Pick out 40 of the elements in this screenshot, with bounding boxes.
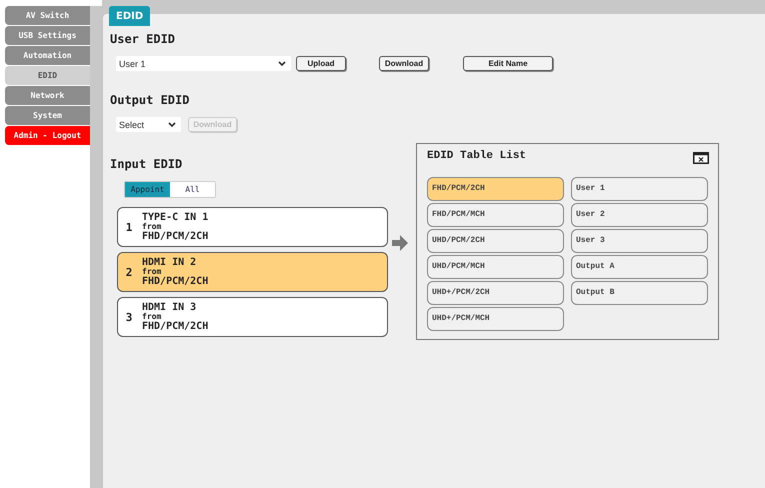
sidebar-item[interactable]: EDID xyxy=(5,66,90,85)
section-heading: User EDID xyxy=(110,32,176,46)
from-label: from xyxy=(142,313,162,321)
from-label: from xyxy=(142,223,162,231)
output-edid-select[interactable]: Select xyxy=(116,117,181,132)
input-name: HDMI IN 3 xyxy=(142,302,198,313)
user-edid-select[interactable]: User 1 xyxy=(116,56,291,71)
panel-title: EDID Table List xyxy=(427,150,526,162)
edid-entry[interactable]: User 1 xyxy=(571,177,708,201)
from-label: from xyxy=(142,268,162,276)
edid-entry[interactable]: User 2 xyxy=(571,203,708,227)
edid-entry[interactable]: UHD/PCM/2CH xyxy=(427,229,564,253)
edid-entry[interactable]: UHD+/PCM/2CH xyxy=(427,281,564,305)
edit-name-button[interactable]: Edit Name xyxy=(463,56,553,71)
edid-name: FHD/PCM/2CH xyxy=(142,276,208,287)
input-name: TYPE-C IN 1 xyxy=(142,212,208,223)
input-name: HDMI IN 2 xyxy=(142,257,198,268)
mode-tab[interactable]: All xyxy=(170,182,215,197)
edid-entry[interactable]: Output B xyxy=(571,281,708,305)
section-heading: Output EDID xyxy=(110,93,190,107)
arrow-right-icon xyxy=(392,235,408,251)
edid-entry[interactable]: UHD+/PCM/MCH xyxy=(427,307,564,331)
edid-entry[interactable]: Output A xyxy=(571,255,708,279)
edid-name: FHD/PCM/2CH xyxy=(142,321,208,332)
input-number: 1 xyxy=(124,220,134,234)
edid-entry[interactable]: FHD/PCM/2CH xyxy=(427,177,564,201)
input-number: 3 xyxy=(124,310,134,324)
input-number: 2 xyxy=(124,266,134,278)
edid-entry[interactable]: UHD/PCM/MCH xyxy=(427,255,564,279)
sidebar-item[interactable]: Admin - Logout xyxy=(5,126,90,145)
edid-name: FHD/PCM/2CH xyxy=(142,231,208,242)
chevron-icon xyxy=(278,60,286,66)
download-button[interactable]: Download xyxy=(379,56,429,71)
edid-entry[interactable]: User 3 xyxy=(571,229,708,253)
chevron-icon xyxy=(168,122,176,128)
close-icon[interactable] xyxy=(693,152,709,164)
section-heading: Input EDID xyxy=(110,157,184,171)
edid-entry[interactable]: FHD/PCM/MCH xyxy=(427,203,564,227)
upload-button[interactable]: Upload xyxy=(296,56,346,71)
mode-tab[interactable]: Appoint xyxy=(125,182,170,197)
